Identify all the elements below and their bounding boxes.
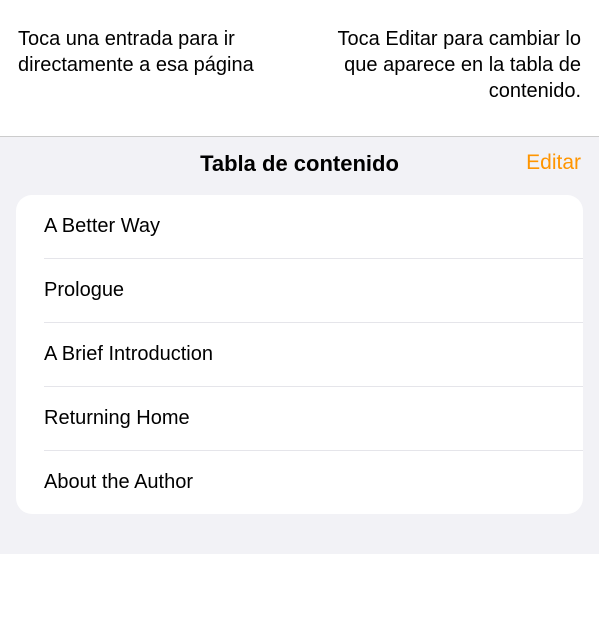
callout-right: Toca Editar para cambiar lo que aparece … — [307, 26, 582, 104]
toc-item[interactable]: A Better Way — [16, 195, 583, 258]
panel-title: Tabla de contenido — [200, 151, 399, 176]
toc-item[interactable]: About the Author — [44, 450, 583, 514]
toc-item[interactable]: Returning Home — [44, 386, 583, 450]
callouts-container: Toca una entrada para ir directamente a … — [0, 0, 599, 124]
toc-item[interactable]: A Brief Introduction — [44, 322, 583, 386]
toc-list: A Better Way Prologue A Brief Introducti… — [16, 195, 583, 514]
edit-button[interactable]: Editar — [526, 151, 581, 175]
panel-header: Tabla de contenido Editar — [0, 137, 599, 189]
toc-panel: Tabla de contenido Editar A Better Way P… — [0, 136, 599, 554]
callout-left: Toca una entrada para ir directamente a … — [18, 26, 293, 104]
toc-item[interactable]: Prologue — [44, 258, 583, 322]
